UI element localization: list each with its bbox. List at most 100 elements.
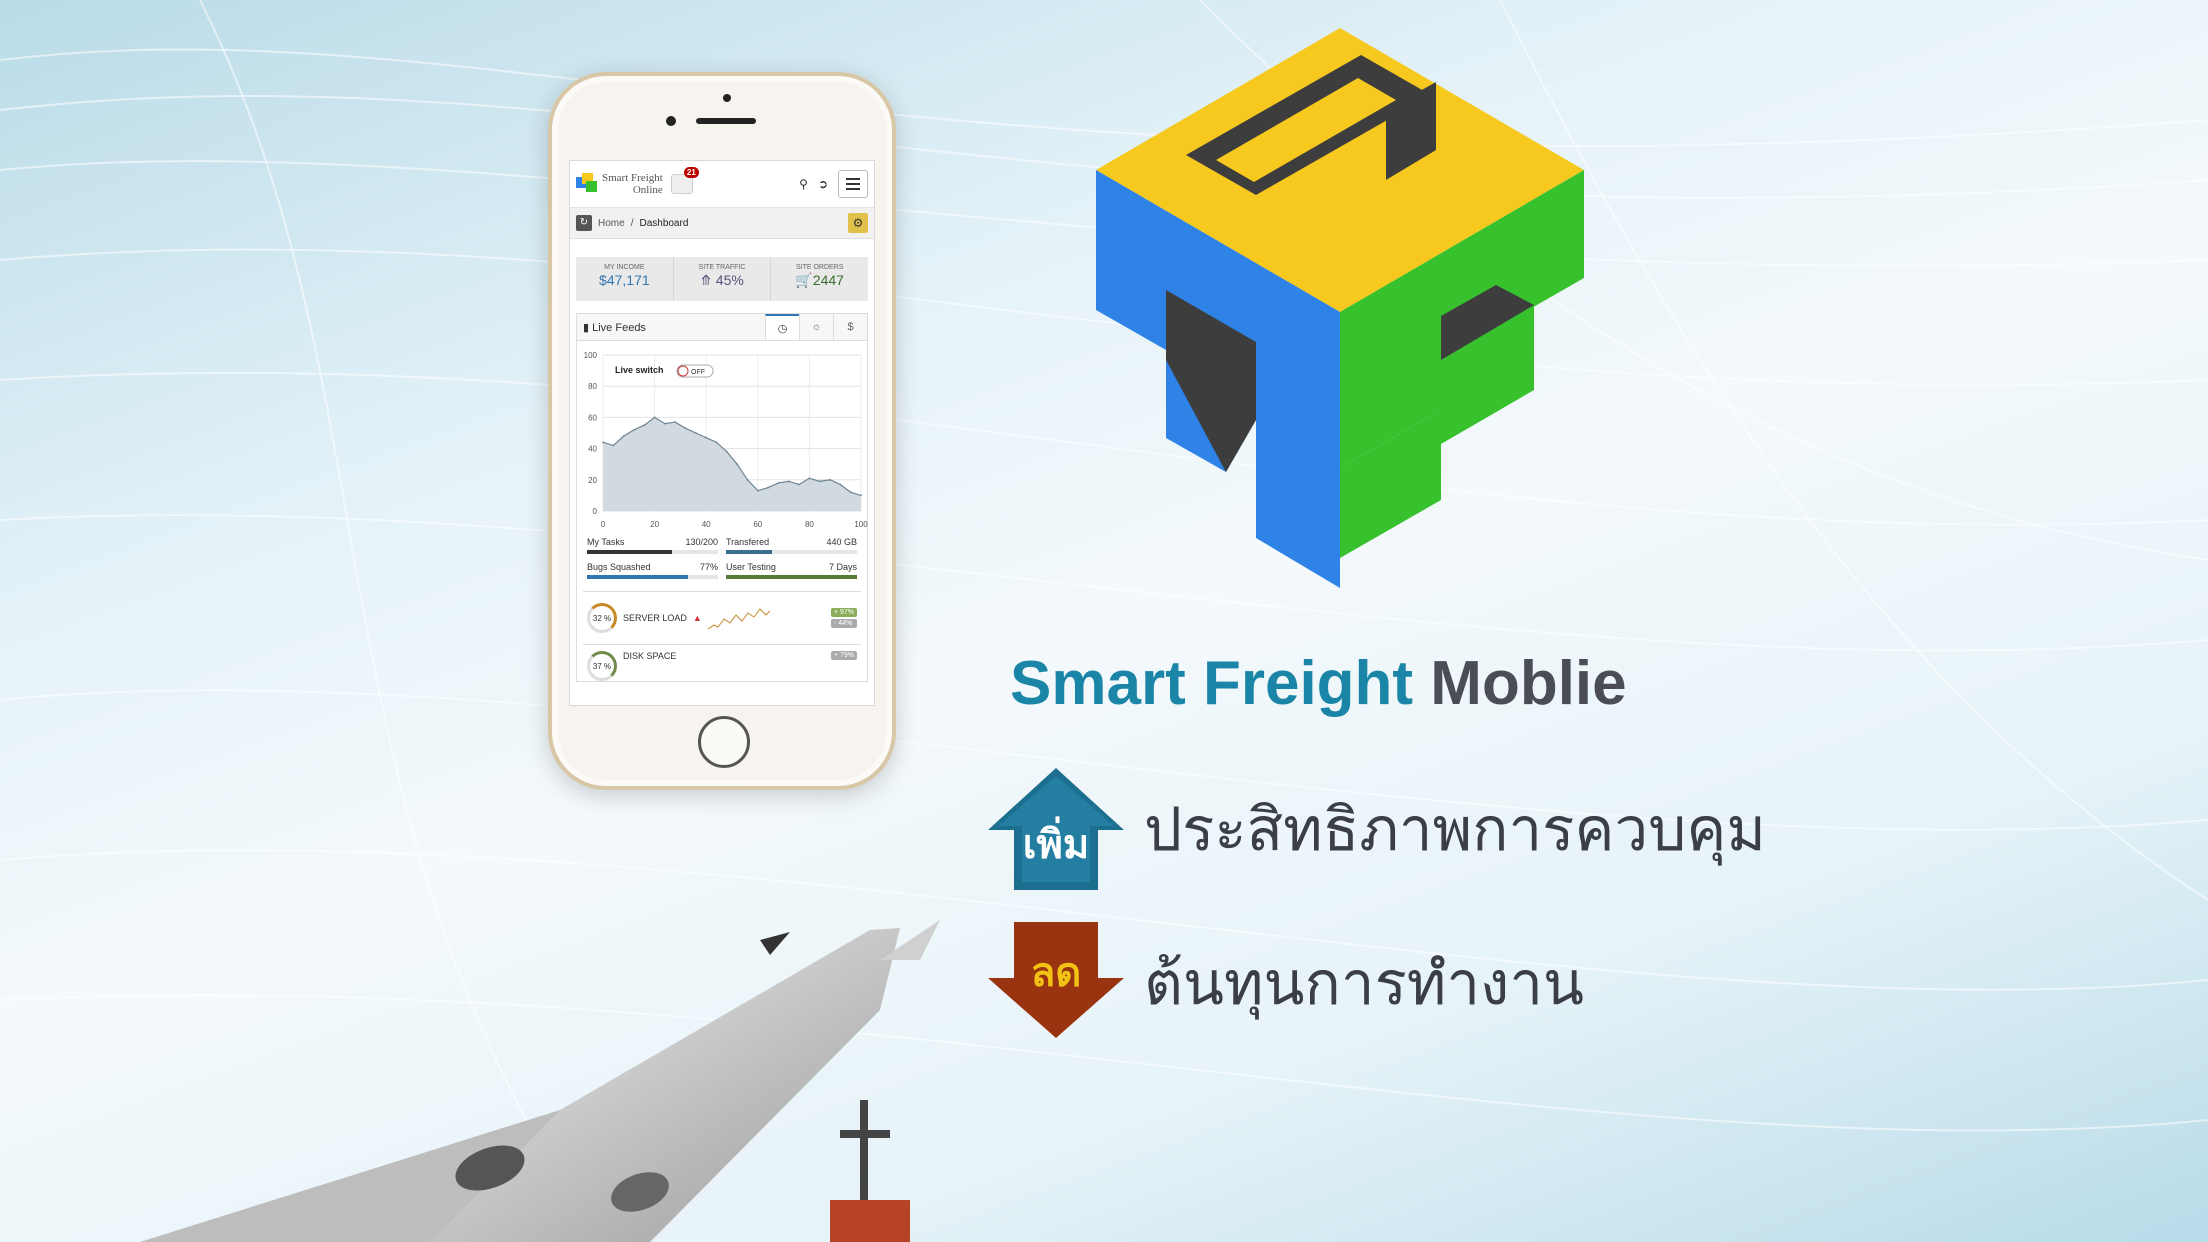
decrease-text: ต้นทุนการทำงาน [1144, 949, 1585, 1017]
down-arrow-icon: ลด [988, 922, 1124, 1044]
disk-space-row: 37 % DISK SPACE + 79% [583, 644, 861, 681]
stat-orders: SITE ORDERS 🛒2447 [771, 257, 868, 301]
x-tick-label: 20 [650, 520, 659, 529]
widget-header: ▮ Live Feeds ◷ ☼ $ [577, 314, 867, 341]
headline-product: Moblie [1430, 649, 1627, 718]
tab-traffic[interactable]: ☼ [799, 314, 833, 340]
data-point [653, 416, 656, 419]
y-tick-label: 20 [588, 476, 597, 485]
x-tick-label: 100 [854, 520, 868, 529]
data-point [633, 428, 635, 431]
data-point [715, 441, 718, 444]
progress-value: 7 Days [828, 562, 857, 572]
live-switch-label: Live switch [615, 365, 664, 375]
app-logo[interactable] [576, 173, 598, 195]
data-point [684, 427, 687, 430]
data-point [674, 421, 677, 423]
progress-fill [726, 550, 772, 554]
refresh-icon[interactable]: ↻ [576, 215, 592, 231]
phone-screen: Smart Freight Online 21 ⚲ ➲ ↻ Home / Das… [569, 160, 875, 706]
progress-fill [587, 550, 673, 554]
stats-bar: MY INCOME $47,171 SITE TRAFFIC ⤊ 45% SIT… [576, 257, 868, 301]
increase-badge-text: เพิ่ม [1022, 823, 1090, 867]
app-header: Smart Freight Online 21 ⚲ ➲ [570, 161, 874, 208]
data-point [622, 435, 625, 438]
brand-line-2: Online [632, 184, 663, 196]
inbox-button[interactable]: 21 [670, 167, 699, 194]
widget-title: Live Feeds [592, 321, 646, 334]
data-point [808, 477, 811, 480]
benefit-increase: เพิ่ม ประสิทธิภาพการควบคุม [988, 768, 1766, 890]
progress-item: User Testing 7 Days [722, 562, 861, 587]
progress-value: 440 GB [826, 537, 857, 547]
menu-button[interactable] [838, 170, 868, 198]
data-point [787, 480, 790, 483]
logout-icon[interactable]: ➲ [818, 177, 828, 191]
stat-traffic: SITE TRAFFIC ⤊ 45% [674, 257, 772, 301]
data-point [705, 436, 708, 439]
y-tick-label: 60 [588, 413, 597, 422]
gear-icon[interactable]: ⚙ [848, 213, 868, 233]
x-tick-label: 0 [601, 520, 606, 529]
clock-icon: ◷ [777, 323, 788, 335]
stat-value: 45% [715, 272, 744, 288]
y-tick-label: 0 [593, 507, 598, 516]
stat-income: MY INCOME $47,171 [576, 257, 674, 301]
search-icon[interactable]: ⚲ [799, 177, 808, 191]
bar-chart-icon: ▮ [583, 321, 590, 334]
data-point [777, 482, 780, 484]
progress-fill [587, 575, 688, 579]
breadcrumb-separator: / [630, 217, 634, 229]
live-feed-chart: 0 20 40 60 80 100 0 20 40 60 80 100 Live switch OFF [584, 351, 869, 529]
smf-logo [1096, 28, 1584, 588]
server-load-label: SERVER LOAD [623, 613, 687, 623]
progress-item: My Tasks 130/200 [583, 537, 722, 562]
progress-value: 77% [699, 562, 718, 572]
pct-up-badge: + 97% [830, 608, 857, 617]
x-tick-label: 60 [753, 520, 762, 529]
switch-off-icon [677, 365, 689, 377]
y-tick-label: 80 [588, 382, 597, 391]
home-button[interactable] [698, 716, 750, 768]
stat-label: SITE TRAFFIC [698, 264, 746, 271]
data-point [798, 483, 800, 486]
data-point [602, 441, 604, 444]
notification-badge: 21 [683, 167, 699, 178]
switch-state-label: OFF [691, 369, 705, 376]
data-point [736, 463, 739, 466]
increase-text: ประสิทธิภาพการควบคุม [1144, 795, 1766, 863]
benefit-decrease: ลด ต้นทุนการทำงาน [988, 922, 1584, 1044]
tab-dollar[interactable]: $ [833, 314, 867, 340]
data-point [643, 424, 646, 427]
traffic-icon: ☼ [811, 321, 822, 333]
stat-label: MY INCOME [604, 264, 645, 271]
data-point [818, 480, 821, 483]
progress-label: User Testing [726, 562, 776, 572]
tab-clock[interactable]: ◷ [765, 314, 799, 340]
pct-badge: + 79% [830, 651, 857, 660]
progress-value: 130/200 [685, 537, 718, 547]
app-brand: Smart Freight Online [602, 172, 663, 196]
y-tick-label: 40 [588, 445, 597, 454]
brand-line-1: Smart Freight [602, 172, 663, 184]
breadcrumb-home[interactable]: Home [598, 218, 625, 229]
data-point [725, 450, 728, 453]
data-point [860, 494, 862, 497]
data-point [746, 478, 749, 481]
data-point [612, 444, 615, 447]
pct-down-badge: - 44% [830, 619, 857, 628]
product-headline: Smart Freight Moblie [1010, 648, 1627, 719]
x-tick-label: 40 [702, 520, 711, 529]
data-point [767, 486, 770, 489]
phone-mockup: Smart Freight Online 21 ⚲ ➲ ↻ Home / Das… [548, 72, 896, 790]
phone-speaker [696, 118, 756, 124]
y-tick-label: 100 [584, 351, 598, 360]
airplane-image [140, 920, 940, 1242]
breadcrumb-dashboard: Dashboard [639, 217, 689, 229]
decrease-badge-text: ลด [1030, 951, 1082, 995]
headline-brand: Smart Freight [1010, 649, 1414, 718]
data-point [664, 422, 666, 425]
progress-label: Transfered [726, 537, 770, 547]
data-point [756, 489, 759, 492]
live-feeds-widget: ▮ Live Feeds ◷ ☼ $ 0 20 40 60 80 100 0 20 40 60 80… [576, 313, 868, 682]
